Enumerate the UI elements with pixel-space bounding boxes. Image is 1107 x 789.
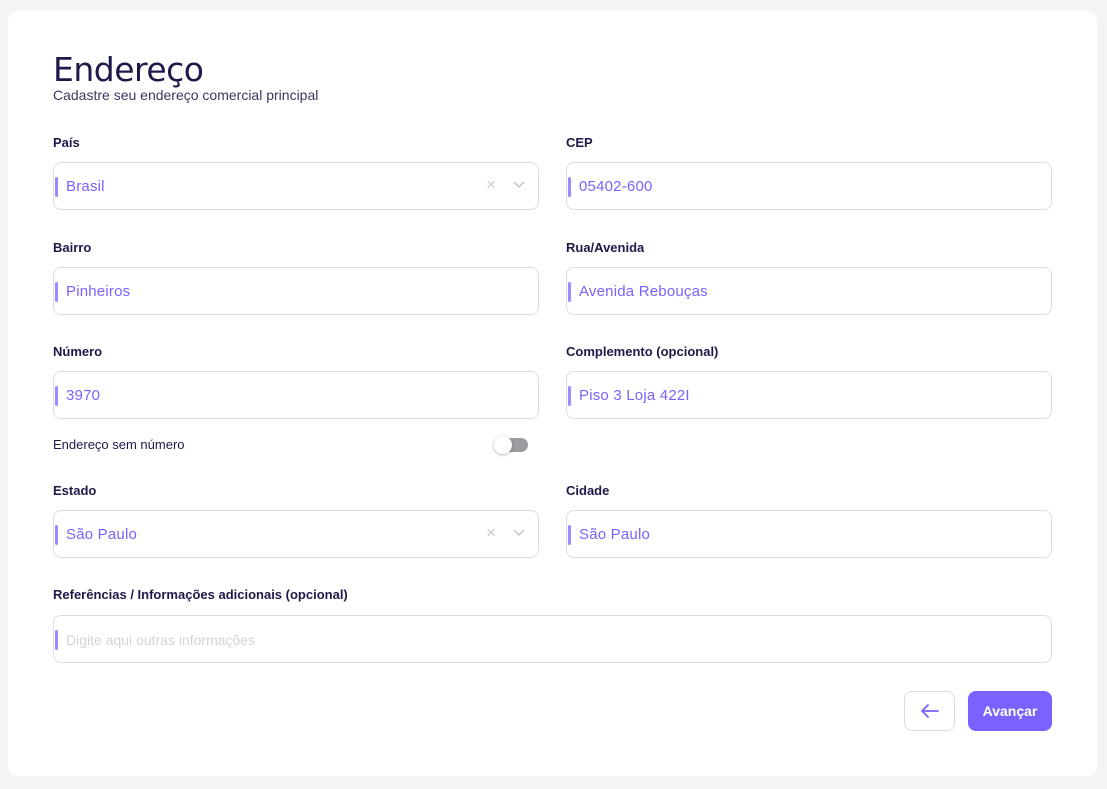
- chevron-down-icon[interactable]: [513, 181, 525, 189]
- input-accent-bar: [568, 177, 571, 197]
- complement-value: Piso 3 Loja 422I: [579, 387, 690, 404]
- cep-value: 05402-600: [579, 178, 653, 195]
- page-subtitle: Cadastre seu endereço comercial principa…: [53, 87, 319, 103]
- toggle-knob: [494, 436, 512, 454]
- next-button[interactable]: Avançar: [968, 691, 1052, 731]
- complement-label: Complemento (opcional): [566, 344, 719, 359]
- references-placeholder: Digite aqui outras informações: [66, 632, 256, 648]
- neighborhood-label: Bairro: [53, 240, 92, 255]
- references-input[interactable]: Digite aqui outras informações: [53, 615, 1052, 663]
- no-number-toggle[interactable]: [494, 436, 528, 454]
- street-value: Avenida Rebouças: [579, 283, 708, 300]
- page-title: Endereço: [53, 50, 204, 89]
- neighborhood-input[interactable]: Pinheiros: [53, 267, 539, 315]
- number-input[interactable]: 3970: [53, 371, 539, 419]
- cep-label: CEP: [566, 135, 593, 150]
- number-value: 3970: [66, 387, 101, 404]
- arrow-left-icon: [920, 704, 939, 718]
- input-accent-bar: [55, 177, 58, 197]
- references-label: Referências / Informações adicionais (op…: [53, 587, 348, 602]
- country-value: Brasil: [66, 178, 105, 195]
- city-label: Cidade: [566, 483, 610, 498]
- state-value: São Paulo: [66, 526, 138, 543]
- input-accent-bar: [568, 525, 571, 545]
- state-label: Estado: [53, 483, 97, 498]
- city-value: São Paulo: [579, 526, 651, 543]
- cep-input[interactable]: 05402-600: [566, 162, 1052, 210]
- number-label: Número: [53, 344, 103, 359]
- no-number-toggle-label: Endereço sem número: [53, 437, 185, 452]
- street-input[interactable]: Avenida Rebouças: [566, 267, 1052, 315]
- input-accent-bar: [568, 282, 571, 302]
- clear-icon[interactable]: ×: [486, 175, 496, 195]
- chevron-down-icon[interactable]: [513, 529, 525, 537]
- input-accent-bar: [55, 630, 58, 650]
- country-label: País: [53, 135, 80, 150]
- country-select[interactable]: Brasil ×: [53, 162, 539, 210]
- city-input[interactable]: São Paulo: [566, 510, 1052, 558]
- input-accent-bar: [55, 386, 58, 406]
- state-select[interactable]: São Paulo ×: [53, 510, 539, 558]
- complement-input[interactable]: Piso 3 Loja 422I: [566, 371, 1052, 419]
- neighborhood-value: Pinheiros: [66, 283, 131, 300]
- input-accent-bar: [55, 282, 58, 302]
- back-button[interactable]: [904, 691, 955, 731]
- street-label: Rua/Avenida: [566, 240, 645, 255]
- input-accent-bar: [568, 386, 571, 406]
- clear-icon[interactable]: ×: [486, 523, 496, 543]
- input-accent-bar: [55, 525, 58, 545]
